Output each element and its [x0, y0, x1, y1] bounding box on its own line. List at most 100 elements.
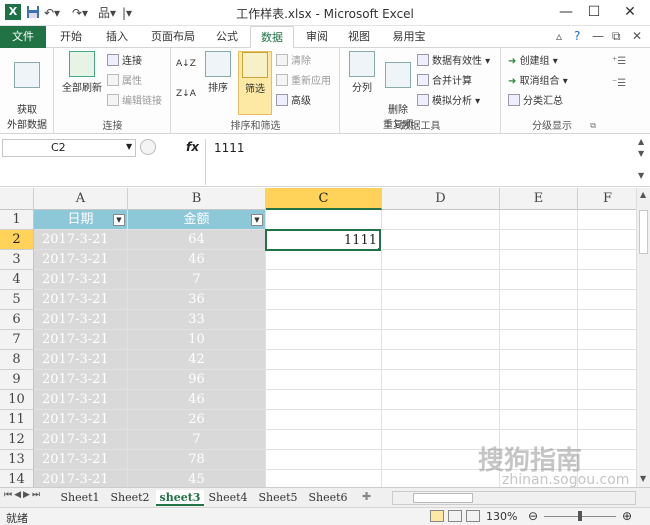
cell[interactable]: [382, 390, 500, 410]
customize-quick-access-icon[interactable]: |▾: [122, 5, 132, 21]
amount-cell[interactable]: 45: [128, 470, 266, 487]
formula-scroll-down-icon[interactable]: ▼: [638, 149, 644, 158]
redo-icon[interactable]: ↷▾: [72, 5, 88, 21]
tab-review[interactable]: 审阅: [298, 26, 336, 48]
sheet-tab-sheet3[interactable]: sheet3: [156, 490, 204, 506]
minimize-button[interactable]: —: [552, 2, 580, 22]
row-header[interactable]: 6: [0, 310, 34, 330]
cell[interactable]: [578, 250, 636, 270]
row-header[interactable]: 10: [0, 390, 34, 410]
page-layout-view-icon[interactable]: [448, 510, 462, 522]
cell[interactable]: [266, 390, 382, 410]
sheet-tab-sheet6[interactable]: Sheet6: [304, 490, 352, 506]
cell[interactable]: [500, 290, 578, 310]
insert-sheet-icon[interactable]: ✚: [362, 490, 371, 503]
date-cell[interactable]: 2017-3-21: [34, 350, 128, 370]
tab-view[interactable]: 视图: [340, 26, 378, 48]
date-cell[interactable]: 2017-3-21: [34, 290, 128, 310]
cell[interactable]: [266, 270, 382, 290]
row-header[interactable]: 2: [0, 230, 34, 250]
date-cell[interactable]: 2017-3-21: [34, 310, 128, 330]
consolidate-button[interactable]: 合并计算: [417, 74, 472, 90]
amount-cell[interactable]: 42: [128, 350, 266, 370]
date-cell[interactable]: 2017-3-21: [34, 230, 128, 250]
undo-icon[interactable]: ↶▾: [44, 5, 60, 21]
formula-expand-icon[interactable]: ▼: [638, 171, 644, 180]
cell[interactable]: [266, 410, 382, 430]
horizontal-scrollbar[interactable]: [392, 491, 636, 505]
what-if-analysis-button[interactable]: 模拟分析 ▾: [417, 94, 480, 110]
tab-formulas[interactable]: 公式: [206, 26, 248, 48]
cell[interactable]: [500, 310, 578, 330]
formula-scroll-up-icon[interactable]: ▲: [638, 137, 644, 146]
cell[interactable]: [382, 210, 500, 230]
row-header[interactable]: 1: [0, 210, 34, 230]
sheet-tab-sheet5[interactable]: Sheet5: [254, 490, 302, 506]
doc-restore-icon[interactable]: ⧉: [612, 29, 621, 44]
page-break-view-icon[interactable]: [466, 510, 480, 522]
cell[interactable]: [578, 370, 636, 390]
cell[interactable]: [382, 450, 500, 470]
cell[interactable]: [500, 350, 578, 370]
header-cell-amount[interactable]: 金额 ▼: [128, 210, 266, 230]
amount-cell[interactable]: 96: [128, 370, 266, 390]
connections-button[interactable]: 连接: [107, 54, 142, 70]
cell[interactable]: [266, 430, 382, 450]
formula-bar-handle-icon[interactable]: [140, 139, 156, 155]
cell[interactable]: [578, 310, 636, 330]
name-box[interactable]: C2: [2, 139, 136, 157]
reapply-button[interactable]: 重新应用: [276, 74, 331, 90]
amount-cell[interactable]: 7: [128, 270, 266, 290]
cell[interactable]: [382, 370, 500, 390]
cell[interactable]: [382, 290, 500, 310]
cell[interactable]: [382, 230, 500, 250]
date-cell[interactable]: 2017-3-21: [34, 430, 128, 450]
zoom-in-icon[interactable]: ⊕: [622, 509, 632, 523]
amount-cell[interactable]: 46: [128, 390, 266, 410]
row-header[interactable]: 12: [0, 430, 34, 450]
date-cell[interactable]: 2017-3-21: [34, 270, 128, 290]
cell[interactable]: [578, 350, 636, 370]
column-header-a[interactable]: A: [34, 188, 128, 210]
restore-button[interactable]: ☐: [580, 2, 608, 22]
amount-cell[interactable]: 46: [128, 250, 266, 270]
amount-cell[interactable]: 26: [128, 410, 266, 430]
cell[interactable]: [266, 310, 382, 330]
tab-file[interactable]: 文件: [0, 26, 46, 48]
amount-cell[interactable]: 64: [128, 230, 266, 250]
doc-close-icon[interactable]: ✕: [632, 29, 642, 43]
sort-button[interactable]: 排序: [200, 51, 236, 94]
cell[interactable]: [578, 290, 636, 310]
select-all-corner[interactable]: [0, 188, 34, 210]
cell[interactable]: [578, 330, 636, 350]
cell[interactable]: [382, 430, 500, 450]
edit-links-button[interactable]: 编辑链接: [107, 94, 162, 110]
cell[interactable]: [500, 470, 578, 487]
cell[interactable]: [500, 230, 578, 250]
ungroup-button[interactable]: ➜ 取消组合 ▾: [508, 74, 568, 90]
zoom-slider-thumb[interactable]: [578, 511, 582, 521]
cell[interactable]: [578, 270, 636, 290]
date-cell[interactable]: 2017-3-21: [34, 450, 128, 470]
cell[interactable]: [578, 430, 636, 450]
cell[interactable]: [382, 310, 500, 330]
amount-cell[interactable]: 10: [128, 330, 266, 350]
row-header[interactable]: 13: [0, 450, 34, 470]
ribbon-minimize-icon[interactable]: ▵: [556, 29, 562, 43]
name-box-dropdown-icon[interactable]: ▼: [126, 142, 132, 151]
sheet-tab-sheet1[interactable]: Sheet1: [56, 490, 104, 506]
date-cell[interactable]: 2017-3-21: [34, 410, 128, 430]
advanced-filter-button[interactable]: 高级: [276, 94, 311, 110]
cell[interactable]: [578, 450, 636, 470]
cell[interactable]: [266, 470, 382, 487]
tab-insert[interactable]: 插入: [96, 26, 138, 48]
sheet-tab-sheet2[interactable]: Sheet2: [106, 490, 154, 506]
workbook-icon[interactable]: 品▾: [98, 5, 116, 21]
sheet-tab-sheet4[interactable]: Sheet4: [204, 490, 252, 506]
formula-input[interactable]: 1111: [205, 139, 633, 185]
tab-page-layout[interactable]: 页面布局: [142, 26, 204, 48]
cell[interactable]: [500, 370, 578, 390]
column-header-b[interactable]: B: [128, 188, 266, 210]
cell[interactable]: [578, 390, 636, 410]
cell[interactable]: [266, 450, 382, 470]
